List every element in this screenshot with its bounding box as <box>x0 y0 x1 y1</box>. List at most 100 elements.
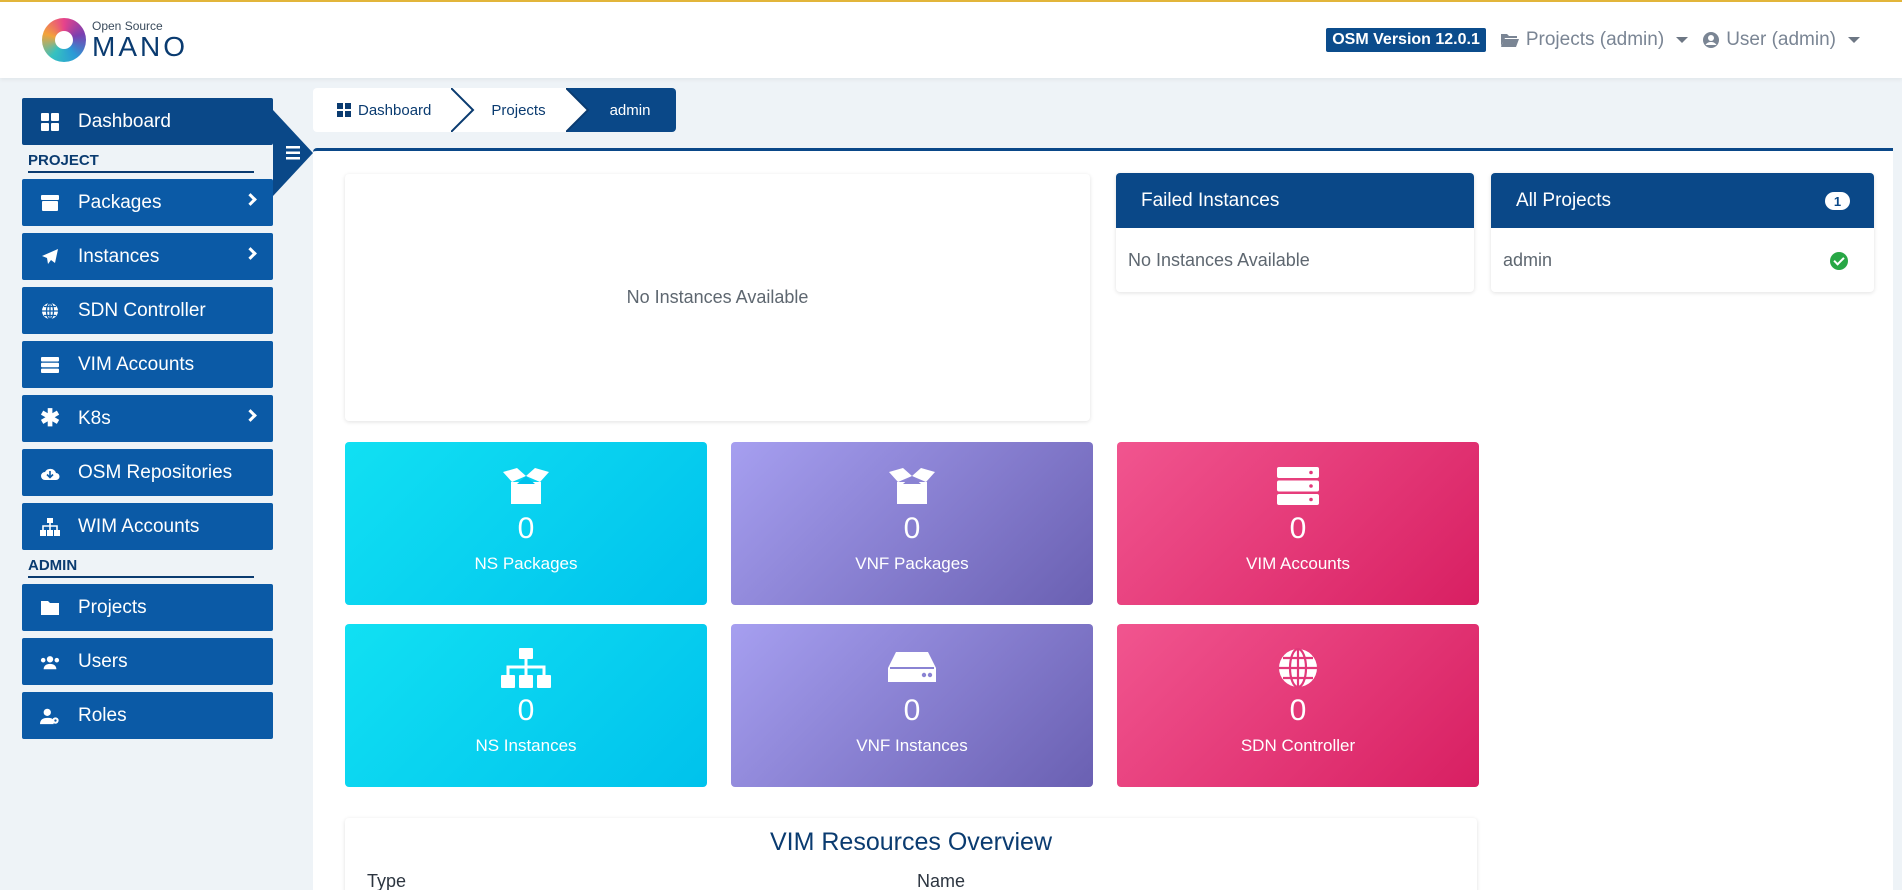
user-dropdown-label: User (admin) <box>1726 29 1836 50</box>
all-projects-card: All Projects 1 admin <box>1491 173 1874 292</box>
globe-icon <box>40 301 60 321</box>
stat-value: 0 <box>903 694 921 727</box>
sidebar-item-label: K8s <box>78 407 111 429</box>
paper-plane-icon <box>40 247 60 267</box>
projects-count-badge: 1 <box>1825 192 1850 210</box>
sidebar-item-projects[interactable]: Projects <box>22 584 273 631</box>
vim-overview-title: VIM Resources Overview <box>769 828 1053 856</box>
chevron-down-icon <box>1848 37 1860 43</box>
sidebar-item-sdn-controller[interactable]: SDN Controller <box>22 287 273 334</box>
sidebar-item-packages[interactable]: Packages <box>22 179 273 226</box>
sidebar-item-roles[interactable]: Roles <box>22 692 273 739</box>
dashboard-grid-icon <box>40 112 60 132</box>
chevron-down-icon <box>1676 37 1689 43</box>
stat-card-sdn-controller[interactable]: 0 SDN Controller <box>1117 624 1479 787</box>
stat-value: 0 <box>517 512 535 545</box>
box-open-icon <box>887 466 937 506</box>
check-circle-icon <box>1830 252 1848 270</box>
chevron-right-icon <box>244 409 257 422</box>
stat-label: SDN Controller <box>1240 736 1356 755</box>
stat-label: VIM Accounts <box>1246 554 1350 573</box>
sidebar-item-dashboard[interactable]: Dashboard <box>22 98 273 145</box>
sidebar-item-instances[interactable]: Instances <box>22 233 273 280</box>
failed-instances-card: Failed Instances No Instances Available <box>1116 173 1474 292</box>
sidebar-item-label: Projects <box>78 596 147 618</box>
top-navbar: Open Source MANO OSM Version 12.0.1 Proj… <box>0 0 1902 78</box>
hdd-icon <box>888 648 936 688</box>
stat-card-vnf-packages[interactable]: 0 VNF Packages <box>731 442 1093 605</box>
failed-instances-header: Failed Instances <box>1116 173 1474 228</box>
sidebar-item-vim-accounts[interactable]: VIM Accounts <box>22 341 273 388</box>
sidebar-item-wim-accounts[interactable]: WIM Accounts <box>22 503 273 550</box>
column-header-type: Type <box>367 871 407 890</box>
box-open-icon <box>501 466 551 506</box>
asterisk-icon: ✱ <box>39 405 61 432</box>
cloud-download-icon <box>40 463 60 483</box>
breadcrumb-label: Dashboard <box>358 101 432 119</box>
projects-dropdown[interactable]: Projects (admin) <box>1500 29 1689 51</box>
failed-instances-title: Failed Instances <box>1141 189 1280 211</box>
chevron-right-icon <box>244 247 257 260</box>
sidebar-item-label: SDN Controller <box>78 299 206 321</box>
user-dropdown[interactable]: User (admin) <box>1702 29 1860 51</box>
section-label-admin: ADMIN <box>28 557 254 578</box>
sidebar-item-osm-repositories[interactable]: OSM Repositories <box>22 449 273 496</box>
chevron-right-icon <box>244 193 257 206</box>
all-projects-title: All Projects <box>1516 189 1612 211</box>
instances-empty-text: No Instances Available <box>626 287 809 307</box>
stat-label: NS Packages <box>474 554 578 573</box>
sitemap-icon <box>501 648 551 688</box>
sidebar-item-label: OSM Repositories <box>78 461 233 483</box>
stat-value: 0 <box>1289 694 1307 727</box>
projects-dropdown-label: Projects (admin) <box>1525 29 1665 50</box>
stat-value: 0 <box>1289 512 1307 545</box>
logo-mark-icon <box>42 18 86 62</box>
breadcrumb: Dashboard Projects admin <box>313 88 677 132</box>
failed-instances-body: No Instances Available <box>1116 228 1474 292</box>
instances-chart-card: No Instances Available <box>345 174 1090 421</box>
stat-label: VNF Instances <box>856 736 968 755</box>
sidebar: Dashboard PROJECT Packages Instances SDN… <box>22 98 273 746</box>
sidebar-item-k8s[interactable]: ✱ K8s <box>22 395 273 442</box>
stat-label: NS Instances <box>475 736 577 755</box>
dashboard-grid-icon <box>337 103 351 117</box>
failed-instances-empty-text: No Instances Available <box>1128 249 1310 270</box>
sidebar-item-label: Roles <box>78 704 127 726</box>
users-icon <box>40 652 60 672</box>
sitemap-icon <box>40 517 60 537</box>
user-circle-icon <box>1703 32 1720 48</box>
stat-value: 0 <box>903 512 921 545</box>
logo-title: MANO <box>92 31 188 62</box>
sidebar-item-label: Instances <box>78 245 160 267</box>
column-header-name: Name <box>917 871 966 890</box>
folder-icon <box>40 598 60 618</box>
breadcrumb-dashboard[interactable]: Dashboard <box>313 88 475 132</box>
stat-value: 0 <box>517 694 535 727</box>
sidebar-item-users[interactable]: Users <box>22 638 273 685</box>
sidebar-item-label: Users <box>78 650 128 672</box>
sidebar-item-label: Packages <box>78 191 162 213</box>
all-projects-header: All Projects 1 <box>1491 173 1874 228</box>
breadcrumb-label: Projects <box>491 101 546 119</box>
project-name: admin <box>1503 249 1553 270</box>
sidebar-item-label: WIM Accounts <box>78 515 200 537</box>
stat-card-ns-instances[interactable]: 0 NS Instances <box>345 624 707 787</box>
version-badge: OSM Version 12.0.1 <box>1326 28 1486 52</box>
vim-overview-table-header: Type Name <box>345 871 1477 890</box>
box-icon <box>40 193 60 213</box>
server-icon <box>40 355 60 375</box>
folder-open-icon <box>1500 34 1519 47</box>
sidebar-item-label: VIM Accounts <box>78 353 195 375</box>
section-label-project: PROJECT <box>28 152 254 173</box>
vim-resources-overview-card: VIM Resources Overview Type Name <box>345 818 1477 890</box>
osm-logo[interactable]: Open Source MANO <box>42 18 188 62</box>
breadcrumb-label: admin <box>609 101 651 119</box>
sidebar-toggle-button[interactable] <box>273 110 313 196</box>
user-cog-icon <box>40 706 60 726</box>
stat-card-vim-accounts[interactable]: 0 VIM Accounts <box>1117 442 1479 605</box>
stat-label: VNF Packages <box>855 554 969 573</box>
stat-card-vnf-instances[interactable]: 0 VNF Instances <box>731 624 1093 787</box>
sidebar-item-label: Dashboard <box>78 110 171 132</box>
project-list-item[interactable]: admin <box>1491 228 1874 292</box>
stat-card-ns-packages[interactable]: 0 NS Packages <box>345 442 707 605</box>
